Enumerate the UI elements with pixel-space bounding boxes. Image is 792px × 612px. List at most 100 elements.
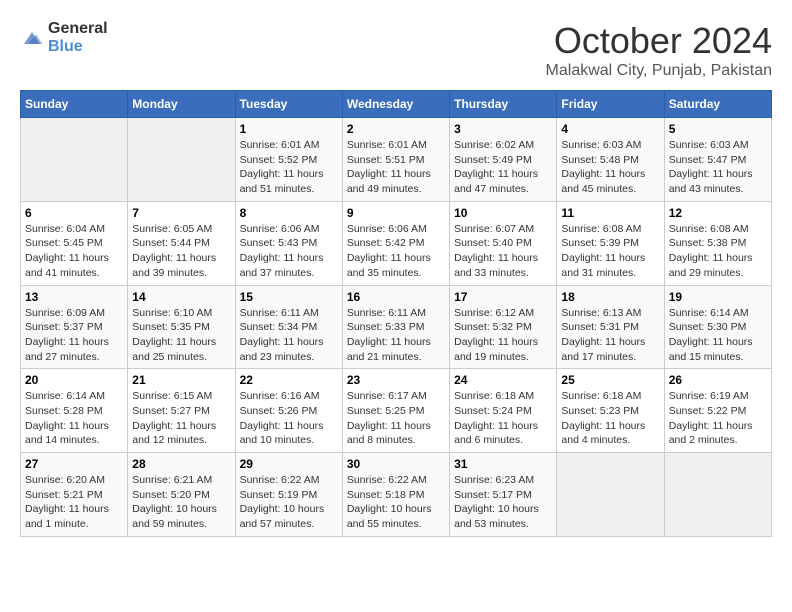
- weekday-header-sunday: Sunday: [21, 91, 128, 118]
- day-info: Sunrise: 6:16 AM Sunset: 5:26 PM Dayligh…: [240, 389, 338, 448]
- day-number: 13: [25, 290, 123, 304]
- day-number: 8: [240, 206, 338, 220]
- calendar-cell: 4 Sunrise: 6:03 AM Sunset: 5:48 PM Daylig…: [557, 118, 664, 202]
- calendar-cell: 9Sunrise: 6:06 AM Sunset: 5:42 PM Daylig…: [342, 201, 449, 285]
- day-number: 11: [561, 206, 659, 220]
- day-info: Sunrise: 6:08 AM Sunset: 5:39 PM Dayligh…: [561, 222, 659, 281]
- calendar-cell: 23Sunrise: 6:17 AM Sunset: 5:25 PM Dayli…: [342, 369, 449, 453]
- day-info: Sunrise: 6:03 AM Sunset: 5:47 PM Dayligh…: [669, 138, 767, 197]
- day-info: Sunrise: 6:11 AM Sunset: 5:34 PM Dayligh…: [240, 306, 338, 365]
- day-number: 12: [669, 206, 767, 220]
- day-info: Sunrise: 6:15 AM Sunset: 5:27 PM Dayligh…: [132, 389, 230, 448]
- day-number: 7: [132, 206, 230, 220]
- calendar-cell: 8 Sunrise: 6:06 AM Sunset: 5:43 PM Daylig…: [235, 201, 342, 285]
- day-info: Sunrise: 6:02 AM Sunset: 5:49 PM Dayligh…: [454, 138, 552, 197]
- day-info: Sunrise: 6:12 AM Sunset: 5:32 PM Dayligh…: [454, 306, 552, 365]
- weekday-header-tuesday: Tuesday: [235, 91, 342, 118]
- day-info: Sunrise: 6:13 AM Sunset: 5:31 PM Dayligh…: [561, 306, 659, 365]
- day-info: Sunrise: 6:06 AM Sunset: 5:43 PM Dayligh…: [240, 222, 338, 281]
- day-info: Sunrise: 6:23 AM Sunset: 5:17 PM Dayligh…: [454, 473, 552, 532]
- day-number: 18: [561, 290, 659, 304]
- calendar-table: SundayMondayTuesdayWednesdayThursdayFrid…: [20, 90, 772, 537]
- logo: General Blue: [20, 20, 108, 55]
- day-number: 2: [347, 122, 445, 136]
- day-info: Sunrise: 6:14 AM Sunset: 5:28 PM Dayligh…: [25, 389, 123, 448]
- calendar-cell: 11 Sunrise: 6:08 AM Sunset: 5:39 PM Dayli…: [557, 201, 664, 285]
- day-number: 10: [454, 206, 552, 220]
- weekday-header-wednesday: Wednesday: [342, 91, 449, 118]
- day-info: Sunrise: 6:18 AM Sunset: 5:23 PM Dayligh…: [561, 389, 659, 448]
- calendar-week-5: 27Sunrise: 6:20 AM Sunset: 5:21 PM Dayli…: [21, 453, 772, 537]
- day-number: 15: [240, 290, 338, 304]
- logo-text-general: General: [48, 20, 108, 38]
- calendar-cell: 17 Sunrise: 6:12 AM Sunset: 5:32 PM Dayli…: [450, 285, 557, 369]
- calendar-cell: [128, 118, 235, 202]
- calendar-cell: [664, 453, 771, 537]
- day-number: 28: [132, 457, 230, 471]
- day-info: Sunrise: 6:07 AM Sunset: 5:40 PM Dayligh…: [454, 222, 552, 281]
- title-block: October 2024 Malakwal City, Punjab, Paki…: [546, 20, 772, 80]
- day-number: 20: [25, 373, 123, 387]
- day-number: 6: [25, 206, 123, 220]
- day-info: Sunrise: 6:01 AM Sunset: 5:52 PM Dayligh…: [240, 138, 338, 197]
- calendar-cell: 19Sunrise: 6:14 AM Sunset: 5:30 PM Dayli…: [664, 285, 771, 369]
- calendar-cell: 21 Sunrise: 6:15 AM Sunset: 5:27 PM Dayli…: [128, 369, 235, 453]
- day-number: 1: [240, 122, 338, 136]
- day-number: 3: [454, 122, 552, 136]
- calendar-week-3: 13Sunrise: 6:09 AM Sunset: 5:37 PM Dayli…: [21, 285, 772, 369]
- calendar-cell: 18 Sunrise: 6:13 AM Sunset: 5:31 PM Dayli…: [557, 285, 664, 369]
- calendar-cell: 1 Sunrise: 6:01 AM Sunset: 5:52 PM Daylig…: [235, 118, 342, 202]
- calendar-week-2: 6 Sunrise: 6:04 AM Sunset: 5:45 PM Daylig…: [21, 201, 772, 285]
- calendar-cell: [21, 118, 128, 202]
- weekday-header-friday: Friday: [557, 91, 664, 118]
- calendar-cell: 13Sunrise: 6:09 AM Sunset: 5:37 PM Dayli…: [21, 285, 128, 369]
- calendar-cell: 14 Sunrise: 6:10 AM Sunset: 5:35 PM Dayli…: [128, 285, 235, 369]
- calendar-week-4: 20 Sunrise: 6:14 AM Sunset: 5:28 PM Dayli…: [21, 369, 772, 453]
- day-number: 16: [347, 290, 445, 304]
- weekday-header-monday: Monday: [128, 91, 235, 118]
- location-title: Malakwal City, Punjab, Pakistan: [546, 62, 772, 80]
- calendar-cell: 26Sunrise: 6:19 AM Sunset: 5:22 PM Dayli…: [664, 369, 771, 453]
- day-number: 5: [669, 122, 767, 136]
- calendar-body: 1 Sunrise: 6:01 AM Sunset: 5:52 PM Daylig…: [21, 118, 772, 537]
- day-info: Sunrise: 6:03 AM Sunset: 5:48 PM Dayligh…: [561, 138, 659, 197]
- day-number: 29: [240, 457, 338, 471]
- day-number: 30: [347, 457, 445, 471]
- day-number: 14: [132, 290, 230, 304]
- calendar-cell: 22Sunrise: 6:16 AM Sunset: 5:26 PM Dayli…: [235, 369, 342, 453]
- day-info: Sunrise: 6:01 AM Sunset: 5:51 PM Dayligh…: [347, 138, 445, 197]
- calendar-cell: 20 Sunrise: 6:14 AM Sunset: 5:28 PM Dayli…: [21, 369, 128, 453]
- calendar-cell: [557, 453, 664, 537]
- day-number: 21: [132, 373, 230, 387]
- calendar-cell: 15 Sunrise: 6:11 AM Sunset: 5:34 PM Dayli…: [235, 285, 342, 369]
- calendar-cell: 16 Sunrise: 6:11 AM Sunset: 5:33 PM Dayli…: [342, 285, 449, 369]
- day-number: 17: [454, 290, 552, 304]
- calendar-cell: 7Sunrise: 6:05 AM Sunset: 5:44 PM Daylig…: [128, 201, 235, 285]
- calendar-cell: 2 Sunrise: 6:01 AM Sunset: 5:51 PM Daylig…: [342, 118, 449, 202]
- calendar-cell: 24 Sunrise: 6:18 AM Sunset: 5:24 PM Dayli…: [450, 369, 557, 453]
- day-info: Sunrise: 6:19 AM Sunset: 5:22 PM Dayligh…: [669, 389, 767, 448]
- day-info: Sunrise: 6:11 AM Sunset: 5:33 PM Dayligh…: [347, 306, 445, 365]
- calendar-cell: 10 Sunrise: 6:07 AM Sunset: 5:40 PM Dayli…: [450, 201, 557, 285]
- calendar-cell: 12 Sunrise: 6:08 AM Sunset: 5:38 PM Dayli…: [664, 201, 771, 285]
- day-number: 9: [347, 206, 445, 220]
- calendar-cell: 25 Sunrise: 6:18 AM Sunset: 5:23 PM Dayli…: [557, 369, 664, 453]
- day-info: Sunrise: 6:08 AM Sunset: 5:38 PM Dayligh…: [669, 222, 767, 281]
- day-info: Sunrise: 6:10 AM Sunset: 5:35 PM Dayligh…: [132, 306, 230, 365]
- calendar-cell: 6 Sunrise: 6:04 AM Sunset: 5:45 PM Daylig…: [21, 201, 128, 285]
- calendar-header: SundayMondayTuesdayWednesdayThursdayFrid…: [21, 91, 772, 118]
- calendar-cell: 29Sunrise: 6:22 AM Sunset: 5:19 PM Dayli…: [235, 453, 342, 537]
- calendar-week-1: 1 Sunrise: 6:01 AM Sunset: 5:52 PM Daylig…: [21, 118, 772, 202]
- day-info: Sunrise: 6:22 AM Sunset: 5:18 PM Dayligh…: [347, 473, 445, 532]
- day-number: 27: [25, 457, 123, 471]
- calendar-cell: 3 Sunrise: 6:02 AM Sunset: 5:49 PM Daylig…: [450, 118, 557, 202]
- weekday-header-saturday: Saturday: [664, 91, 771, 118]
- calendar-cell: 31Sunrise: 6:23 AM Sunset: 5:17 PM Dayli…: [450, 453, 557, 537]
- day-number: 25: [561, 373, 659, 387]
- day-info: Sunrise: 6:04 AM Sunset: 5:45 PM Dayligh…: [25, 222, 123, 281]
- month-title: October 2024: [546, 20, 772, 62]
- logo-text-blue: Blue: [48, 38, 108, 56]
- day-number: 4: [561, 122, 659, 136]
- day-number: 24: [454, 373, 552, 387]
- day-info: Sunrise: 6:18 AM Sunset: 5:24 PM Dayligh…: [454, 389, 552, 448]
